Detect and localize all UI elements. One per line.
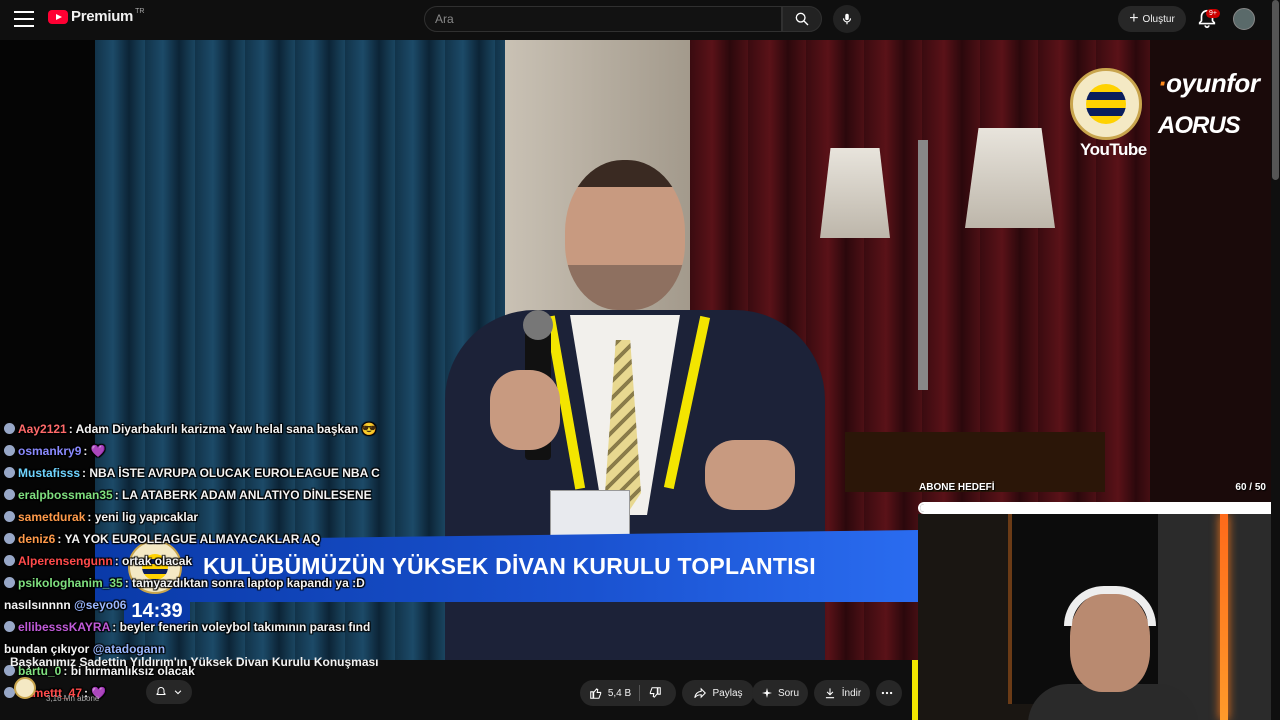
ask-label: Soru xyxy=(777,687,800,699)
chat-badge-icon xyxy=(4,467,15,478)
speaker-hand-left xyxy=(490,370,560,450)
share-label: Paylaş xyxy=(712,687,743,699)
goal-label: ABONE HEDEFİ xyxy=(919,482,995,493)
chat-message: deniz6: YA YOK EUROLEAGUE ALMAYACAKLAR A… xyxy=(4,528,320,550)
create-label: Oluştur xyxy=(1142,13,1175,25)
chandelier-stem xyxy=(918,140,928,390)
chat-mention[interactable]: @seyo06 xyxy=(71,598,126,612)
youtube-watermark: YouTube xyxy=(1080,140,1147,159)
chat-message: Aay2121: Adam Diyarbakırlı karizma Yaw h… xyxy=(4,418,376,440)
chat-text: : YA YOK EUROLEAGUE ALMAYACAKLAR AQ xyxy=(57,532,321,546)
subscriber-goal: ABONE HEDEFİ 60 / 50 xyxy=(918,482,1271,516)
chat-username[interactable]: ellibesssKAYRA xyxy=(18,620,110,634)
chat-message: Mustafisss: NBA İSTE AVRUPA OLUCAK EUROL… xyxy=(4,462,380,484)
bell-icon xyxy=(156,686,166,695)
video-info: Başkanımız Sadettin Yıldırım'ın Yüksek D… xyxy=(0,650,918,720)
channel-avatar[interactable] xyxy=(14,677,36,699)
ask-button[interactable]: Soru xyxy=(752,680,808,706)
search-icon xyxy=(795,12,809,26)
region-label: TR xyxy=(135,8,145,15)
chat-username[interactable]: Alperensengunn xyxy=(18,554,113,568)
youtube-play-icon xyxy=(48,9,68,24)
streamer-webcam xyxy=(918,514,1271,720)
chat-text: : 💜 xyxy=(83,444,106,458)
video-title: Başkanımız Sadettin Yıldırım'ın Yüksek D… xyxy=(10,655,379,669)
chat-badge-icon xyxy=(4,489,15,500)
chat-badge-icon xyxy=(4,511,15,522)
create-button[interactable]: + Oluştur xyxy=(1118,6,1186,32)
download-label: İndir xyxy=(841,687,862,699)
menu-icon[interactable] xyxy=(14,11,34,27)
chat-text: : NBA İSTE AVRUPA OLUCAK EUROLEAGUE NBA … xyxy=(82,466,380,480)
goal-progress-bar xyxy=(918,502,1271,514)
notifications-badge: 9+ xyxy=(1206,9,1220,18)
goal-progress-fill xyxy=(920,504,1271,512)
chat-username[interactable]: eralpbossman35 xyxy=(18,488,113,502)
chat-text: : ortak olacak xyxy=(114,554,193,568)
chat-username[interactable]: sametdurak xyxy=(18,510,85,524)
more-actions-button[interactable] xyxy=(876,680,902,706)
lamp-shade-right xyxy=(965,128,1055,228)
chat-message: osmankry9: 💜 xyxy=(4,440,106,462)
share-button[interactable]: Paylaş xyxy=(682,680,754,706)
sponsor-oyunfor-logo: ·oyunfor xyxy=(1158,68,1260,98)
like-count[interactable]: 5,4 B xyxy=(608,688,631,699)
chat-username[interactable]: Aay2121 xyxy=(18,422,67,436)
chat-message: eralpbossman35: LA ATABERK ADAM ANLATIYO… xyxy=(4,484,372,506)
chat-text: nasılsınnnn xyxy=(4,598,71,612)
channel-subscriber-count: 3,16 Mn abone xyxy=(46,694,100,703)
sparkle-icon xyxy=(761,688,772,698)
sponsor-aorus-logo: AORUS xyxy=(1158,112,1241,139)
chat-text: : LA ATABERK ADAM ANLATIYO DİNLESENE xyxy=(114,488,372,502)
chat-text: : Adam Diyarbakırlı karizma Yaw helal sa… xyxy=(68,422,377,436)
page-scrollbar[interactable] xyxy=(1271,0,1280,720)
like-dislike-group: 5,4 B xyxy=(580,680,676,706)
plus-icon: + xyxy=(1129,10,1139,27)
chat-badge-icon xyxy=(4,577,15,588)
voice-search-button[interactable] xyxy=(833,5,861,33)
like-icon[interactable] xyxy=(589,686,603,700)
webcam-neon-light xyxy=(1220,514,1228,720)
speaker-head xyxy=(565,160,685,310)
microphone-icon xyxy=(842,13,852,25)
more-horizontal-icon xyxy=(881,691,892,695)
dislike-icon[interactable] xyxy=(648,686,662,700)
youtube-premium-logo[interactable]: Premium TR xyxy=(48,8,144,25)
chat-username[interactable]: Mustafisss xyxy=(18,466,80,480)
chat-badge-icon xyxy=(4,533,15,544)
chat-text: : tamyazdıktan sonra laptop kapandı ya :… xyxy=(124,576,365,590)
chat-username[interactable]: psikologhanim_35 xyxy=(18,576,123,590)
chat-badge-icon xyxy=(4,621,15,632)
chat-message: ellibesssKAYRA: beyler fenerin voleybol … xyxy=(4,616,370,638)
speaker-hand-right xyxy=(705,440,795,510)
chat-username[interactable]: deniz6 xyxy=(18,532,55,546)
chevron-down-icon xyxy=(174,690,182,695)
chat-message: Alperensengunn: ortak olacak xyxy=(4,550,192,572)
subscription-bell-button[interactable] xyxy=(146,680,192,704)
chat-badge-icon xyxy=(4,555,15,566)
club-crest-logo xyxy=(1070,68,1142,140)
chat-message: psikologhanim_35: tamyazdıktan sonra lap… xyxy=(4,572,365,594)
chat-message: sametdurak: yeni lig yapıcaklar xyxy=(4,506,198,528)
chat-message: nasılsınnnn @seyo06 xyxy=(4,594,126,616)
account-avatar[interactable] xyxy=(1233,8,1255,30)
download-icon xyxy=(825,688,834,699)
share-icon xyxy=(694,687,707,699)
chat-text: : yeni lig yapıcaklar xyxy=(87,510,199,524)
chat-badge-icon xyxy=(4,445,15,456)
chat-text: : beyler fenerin voleybol takımının para… xyxy=(112,620,371,634)
chat-username[interactable]: osmankry9 xyxy=(18,444,81,458)
like-divider xyxy=(639,685,641,701)
search-box xyxy=(424,6,782,32)
top-bar: Premium TR + Oluştur 9+ xyxy=(0,0,1280,40)
chat-badge-icon xyxy=(4,423,15,434)
search-input[interactable] xyxy=(425,7,781,31)
goal-count: 60 / 50 xyxy=(1235,482,1266,493)
scrollbar-thumb[interactable] xyxy=(1272,0,1279,180)
brand-label: Premium xyxy=(71,8,134,25)
download-button[interactable]: İndir xyxy=(814,680,870,706)
search-button[interactable] xyxy=(782,6,822,32)
